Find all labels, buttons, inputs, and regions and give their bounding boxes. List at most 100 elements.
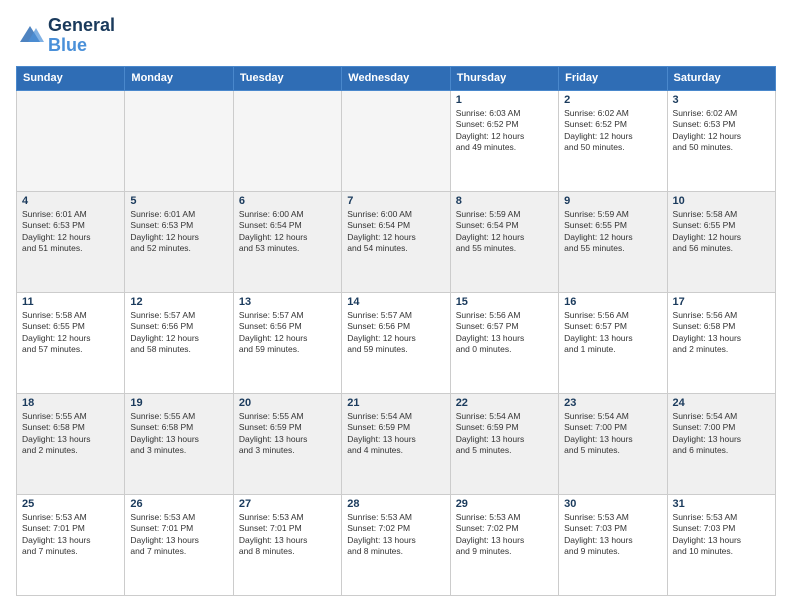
day-number: 21 <box>347 397 444 409</box>
day-number: 1 <box>456 94 553 106</box>
table-row: 19Sunrise: 5:55 AM Sunset: 6:58 PM Dayli… <box>125 393 233 494</box>
cell-content: Sunrise: 5:53 AM Sunset: 7:02 PM Dayligh… <box>347 512 444 558</box>
table-row: 10 Sunrise: 5:58 AM Sunset: 6:55 PM Dayli… <box>667 191 775 292</box>
cell-content: Sunrise: 6:00 AM Sunset: 6:54 PM Dayligh… <box>239 209 336 255</box>
cell-content: Sunrise: 5:57 AM Sunset: 6:56 PM Dayligh… <box>347 310 444 356</box>
day-number: 24 <box>673 397 770 409</box>
table-row: 26Sunrise: 5:53 AM Sunset: 7:01 PM Dayli… <box>125 494 233 595</box>
table-row: 9 Sunrise: 5:59 AM Sunset: 6:55 PM Daylig… <box>559 191 667 292</box>
logo-text: General Blue <box>48 16 115 56</box>
day-number: 20 <box>239 397 336 409</box>
day-number: 10 <box>673 195 770 207</box>
table-row: 28 Sunrise: 5:53 AM Sunset: 7:02 PM Dayli… <box>342 494 450 595</box>
table-row: 20 Sunrise: 5:55 AM Sunset: 6:59 PM Dayli… <box>233 393 341 494</box>
day-number: 3 <box>673 94 770 106</box>
cell-content: Sunrise: 5:58 AM Sunset: 6:55 PM Dayligh… <box>22 310 119 356</box>
cell-content: Sunrise: 5:53 AM Sunset: 7:03 PM Dayligh… <box>673 512 770 558</box>
day-number: 14 <box>347 296 444 308</box>
cell-content: Sunrise: 5:53 AM Sunset: 7:02 PM Dayligh… <box>456 512 553 558</box>
day-number: 25 <box>22 498 119 510</box>
table-row: 4 Sunrise: 6:01 AM Sunset: 6:53 PM Daylig… <box>17 191 125 292</box>
table-row: 21Sunrise: 5:54 AM Sunset: 6:59 PM Dayli… <box>342 393 450 494</box>
table-row <box>125 90 233 191</box>
cell-content: Sunrise: 5:58 AM Sunset: 6:55 PM Dayligh… <box>673 209 770 255</box>
table-row: 13Sunrise: 5:57 AM Sunset: 6:56 PM Dayli… <box>233 292 341 393</box>
day-number: 2 <box>564 94 661 106</box>
table-row <box>17 90 125 191</box>
day-number: 22 <box>456 397 553 409</box>
day-number: 12 <box>130 296 227 308</box>
table-row: 7Sunrise: 6:00 AM Sunset: 6:54 PM Daylig… <box>342 191 450 292</box>
day-number: 15 <box>456 296 553 308</box>
day-number: 6 <box>239 195 336 207</box>
cell-content: Sunrise: 5:54 AM Sunset: 7:00 PM Dayligh… <box>564 411 661 457</box>
table-row: 30Sunrise: 5:53 AM Sunset: 7:03 PM Dayli… <box>559 494 667 595</box>
cell-content: Sunrise: 5:56 AM Sunset: 6:58 PM Dayligh… <box>673 310 770 356</box>
day-number: 26 <box>130 498 227 510</box>
table-row: 6 Sunrise: 6:00 AM Sunset: 6:54 PM Daylig… <box>233 191 341 292</box>
calendar-week-row: 1 Sunrise: 6:03 AM Sunset: 6:52 PM Daylig… <box>17 90 776 191</box>
day-number: 5 <box>130 195 227 207</box>
calendar-week-row: 4 Sunrise: 6:01 AM Sunset: 6:53 PM Daylig… <box>17 191 776 292</box>
cell-content: Sunrise: 5:56 AM Sunset: 6:57 PM Dayligh… <box>564 310 661 356</box>
table-row: 25Sunrise: 5:53 AM Sunset: 7:01 PM Dayli… <box>17 494 125 595</box>
day-number: 8 <box>456 195 553 207</box>
day-number: 27 <box>239 498 336 510</box>
day-number: 11 <box>22 296 119 308</box>
day-number: 16 <box>564 296 661 308</box>
table-row: 24 Sunrise: 5:54 AM Sunset: 7:00 PM Dayli… <box>667 393 775 494</box>
weekday-header-tuesday: Tuesday <box>233 66 341 90</box>
day-number: 4 <box>22 195 119 207</box>
cell-content: Sunrise: 5:54 AM Sunset: 6:59 PM Dayligh… <box>456 411 553 457</box>
weekday-header-monday: Monday <box>125 66 233 90</box>
calendar-week-row: 18 Sunrise: 5:55 AM Sunset: 6:58 PM Dayli… <box>17 393 776 494</box>
table-row <box>233 90 341 191</box>
logo: General Blue <box>16 16 115 56</box>
table-row: 23 Sunrise: 5:54 AM Sunset: 7:00 PM Dayli… <box>559 393 667 494</box>
table-row: 16 Sunrise: 5:56 AM Sunset: 6:57 PM Dayli… <box>559 292 667 393</box>
day-number: 17 <box>673 296 770 308</box>
table-row: 1 Sunrise: 6:03 AM Sunset: 6:52 PM Daylig… <box>450 90 558 191</box>
day-number: 19 <box>130 397 227 409</box>
table-row: 15 Sunrise: 5:56 AM Sunset: 6:57 PM Dayli… <box>450 292 558 393</box>
table-row: 22 Sunrise: 5:54 AM Sunset: 6:59 PM Dayli… <box>450 393 558 494</box>
cell-content: Sunrise: 5:55 AM Sunset: 6:59 PM Dayligh… <box>239 411 336 457</box>
weekday-header-thursday: Thursday <box>450 66 558 90</box>
day-number: 13 <box>239 296 336 308</box>
cell-content: Sunrise: 5:53 AM Sunset: 7:01 PM Dayligh… <box>239 512 336 558</box>
table-row: 2 Sunrise: 6:02 AM Sunset: 6:52 PM Daylig… <box>559 90 667 191</box>
calendar-week-row: 25 Sunrise: 5:53 AM Sunset: 7:01 PM Dayli… <box>17 494 776 595</box>
day-number: 18 <box>22 397 119 409</box>
table-row: 31Sunrise: 5:53 AM Sunset: 7:03 PM Dayli… <box>667 494 775 595</box>
cell-content: Sunrise: 5:55 AM Sunset: 6:58 PM Dayligh… <box>22 411 119 457</box>
day-number: 29 <box>456 498 553 510</box>
weekday-header-row: SundayMondayTuesdayWednesdayThursdayFrid… <box>17 66 776 90</box>
weekday-header-saturday: Saturday <box>667 66 775 90</box>
calendar-week-row: 11 Sunrise: 5:58 AM Sunset: 6:55 PM Dayli… <box>17 292 776 393</box>
day-number: 30 <box>564 498 661 510</box>
cell-content: Sunrise: 6:02 AM Sunset: 6:52 PM Dayligh… <box>564 108 661 154</box>
cell-content: Sunrise: 6:01 AM Sunset: 6:53 PM Dayligh… <box>130 209 227 255</box>
cell-content: Sunrise: 6:00 AM Sunset: 6:54 PM Dayligh… <box>347 209 444 255</box>
table-row: 17 Sunrise: 5:56 AM Sunset: 6:58 PM Dayli… <box>667 292 775 393</box>
table-row: 11 Sunrise: 5:58 AM Sunset: 6:55 PM Dayli… <box>17 292 125 393</box>
table-row: 29 Sunrise: 5:53 AM Sunset: 7:02 PM Dayli… <box>450 494 558 595</box>
table-row: 18 Sunrise: 5:55 AM Sunset: 6:58 PM Dayli… <box>17 393 125 494</box>
cell-content: Sunrise: 6:03 AM Sunset: 6:52 PM Dayligh… <box>456 108 553 154</box>
table-row: 8 Sunrise: 5:59 AM Sunset: 6:54 PM Daylig… <box>450 191 558 292</box>
cell-content: Sunrise: 5:54 AM Sunset: 7:00 PM Dayligh… <box>673 411 770 457</box>
table-row: 3Sunrise: 6:02 AM Sunset: 6:53 PM Daylig… <box>667 90 775 191</box>
cell-content: Sunrise: 5:59 AM Sunset: 6:55 PM Dayligh… <box>564 209 661 255</box>
day-number: 23 <box>564 397 661 409</box>
cell-content: Sunrise: 5:59 AM Sunset: 6:54 PM Dayligh… <box>456 209 553 255</box>
weekday-header-wednesday: Wednesday <box>342 66 450 90</box>
day-number: 9 <box>564 195 661 207</box>
cell-content: Sunrise: 5:56 AM Sunset: 6:57 PM Dayligh… <box>456 310 553 356</box>
weekday-header-friday: Friday <box>559 66 667 90</box>
header: General Blue <box>16 16 776 56</box>
table-row: 5 Sunrise: 6:01 AM Sunset: 6:53 PM Daylig… <box>125 191 233 292</box>
day-number: 28 <box>347 498 444 510</box>
cell-content: Sunrise: 6:01 AM Sunset: 6:53 PM Dayligh… <box>22 209 119 255</box>
cell-content: Sunrise: 5:57 AM Sunset: 6:56 PM Dayligh… <box>130 310 227 356</box>
calendar: SundayMondayTuesdayWednesdayThursdayFrid… <box>16 66 776 596</box>
